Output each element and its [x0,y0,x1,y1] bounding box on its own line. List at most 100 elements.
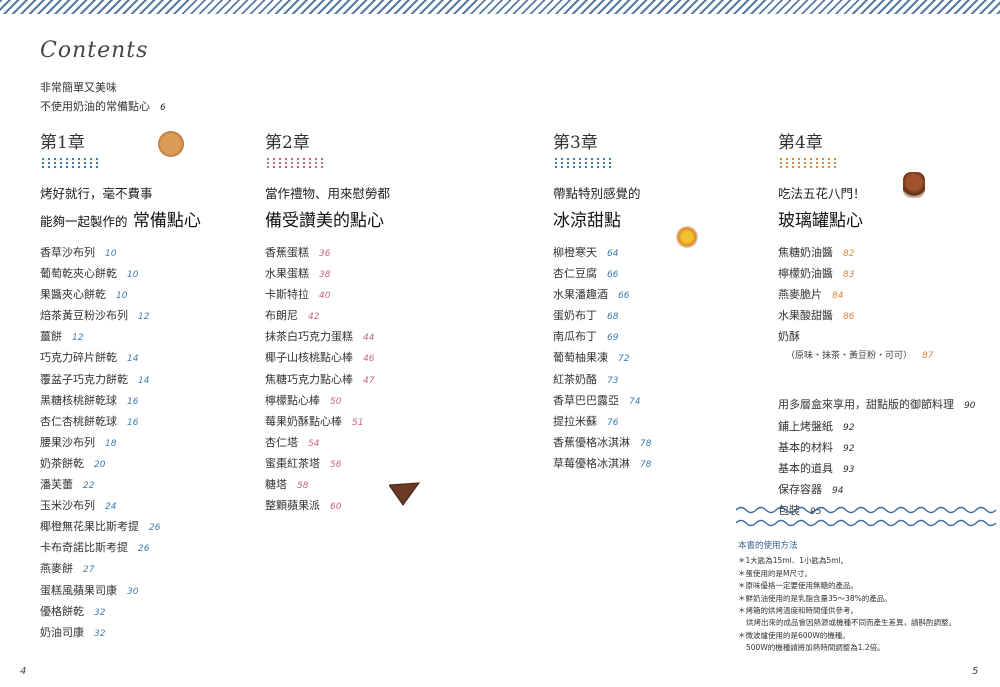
page-number: 47 [363,375,375,386]
section-name: 用多層盒來享用，甜點版的御節料理 [778,398,954,412]
page-number: 32 [94,628,106,639]
page-number: 36 [319,249,331,259]
list-item: 基本的道具 93 [778,459,975,480]
recipe-name: 香蕉優格冰淇淋 [553,435,630,449]
page-number: 40 [319,291,331,302]
recipe-name: 水果酸甜醬 [778,309,833,323]
page-number: 82 [843,249,855,259]
chapter-label: 第3章 [553,133,598,153]
recipe-list: 焦糖奶油醬 82 檸檬奶油醬 83 燕麥脆片 84 水果酸甜醬 86 奶酥 [778,243,975,347]
chapter-title: 備受讚美的點心 [265,211,384,231]
page-number-right: 5 [972,666,979,677]
usage-line: ＊鮮奶油使用的是乳脂含量35～38%的產品。 [738,593,892,603]
page-number: 66 [607,270,619,281]
usage-line: 烘烤出來的成品會因熱源或機種不同而產生差異，請斟酌調整。 [746,618,956,628]
recipe-list: 香蕉蛋糕 36 水果蛋糕 38 卡斯特拉 40 布朗尼 42 抹茶白巧克力蛋糕 44 椰子山核桃點心… [265,243,390,517]
list-item: 柳橙寒天 64 [553,243,651,264]
recipe-name: 杏仁豆腐 [553,267,597,281]
list-item: 香草沙布列 10 [40,243,201,264]
section-name: 基本的道具 [778,461,833,475]
recipe-list: 香草沙布列 10 葡萄乾夾心餅乾 10 果醬夾心餅乾 10 焙茶黃豆粉沙布列 12 薑餅 12 巧克… [40,243,201,644]
list-item: 香蕉蛋糕 36 [265,243,390,264]
page-number: 69 [607,333,619,344]
recipe-name: 檸檬奶油醬 [778,267,833,281]
page-number: 74 [629,396,641,407]
recipe-name: 奶油司康 [40,625,84,639]
chapter-title: 冰涼甜點 [553,211,621,231]
tart-slice-illustration [389,482,421,506]
dot-divider [778,157,840,169]
list-item: 整顆蘋果派 60 [265,496,390,517]
page-number: 78 [640,438,652,449]
list-item: 焦糖奶油醬 82 [778,243,975,264]
page-number: 94 [832,485,844,496]
list-item: 奶酥 [778,327,975,347]
recipe-name: 莓果奶酥點心棒 [265,414,342,428]
page-number: 50 [330,396,342,407]
chapter-subtitle: 當作禮物、用來慰勞都 [265,186,391,201]
page-number: 51 [352,417,364,428]
list-item: 巧克力碎片餅乾 14 [40,348,201,369]
usage-title: 本書的使用方法 [738,541,798,551]
page-number: 76 [607,417,619,428]
usage-lines: ＊1大匙為15ml、1小匙為5ml。 ＊蛋使用的是M尺寸。 ＊原味優格一定要使用無糖… [738,555,956,654]
chapter-label: 第2章 [265,133,310,153]
list-item: 覆盆子巧克力餅乾 14 [40,370,201,391]
chapter-title: 能夠一起製作的 常備點心 [40,211,201,231]
page-number: 84 [832,291,844,302]
usage-line: 500W的機種請將加熱時間調整為1.2倍。 [746,643,885,653]
list-item: 薑餅 12 [40,327,201,348]
page-number: 20 [94,459,106,470]
list-item: 優格餅乾 32 [40,602,201,623]
list-item: 椰子山核桃點心棒 46 [265,348,390,369]
usage-notes: 本書的使用方法 ＊1大匙為15ml、1小匙為5ml。 ＊蛋使用的是M尺寸。 ＊原味優… [738,540,956,655]
top-hatched-border [0,0,1000,14]
list-item: 檸檬點心棒 50 [265,391,390,412]
page-number: 10 [127,270,139,281]
list-item: 卡布奇諾比斯考提 26 [40,538,201,559]
list-item: 檸檬奶油醬 83 [778,264,975,285]
recipe-name: 香蕉蛋糕 [265,246,309,259]
list-item: 燕麥餅 27 [40,559,201,580]
intro: 非常簡單又美味 不使用奶油的常備點心 6 [40,78,166,118]
page-number: 64 [607,249,619,259]
recipe-name: 薑餅 [40,330,62,344]
page-number: 26 [149,523,161,534]
list-item: 鋪上烤盤紙 92 [778,417,975,438]
section-name: 鋪上烤盤紙 [778,419,833,433]
list-item: 蛋糕風蘋果司康 30 [40,581,201,602]
crumble-variants: （原味・抹茶・黃豆粉・可可） 87 [786,351,934,362]
recipe-name: 香草巴巴露亞 [553,393,619,407]
list-item: 蛋奶布丁 68 [553,306,651,327]
list-item: 香草巴巴露亞 74 [553,391,651,412]
list-item: 蜜棗紅茶塔 56 [265,454,390,475]
page-number: 87 [922,351,934,362]
usage-line: ＊原味優格一定要使用無糖的產品。 [738,581,858,591]
page-number: 12 [72,333,84,344]
recipe-name: 杏仁杏桃餅乾球 [40,414,117,428]
contents-title: Contents [40,38,149,63]
list-item: 腰果沙布列 18 [40,433,201,454]
page-number: 12 [138,312,150,323]
chapter-3: 第3章 帶點特別感覺的 冰涼甜點 柳橙寒天 64 杏仁豆腐 66 水果潘趣酒 66 蛋奶布丁… [553,128,651,475]
page-number: 56 [330,459,342,470]
page-number: 26 [138,544,150,555]
list-item: 椰橙無花果比斯考提 26 [40,517,201,538]
recipe-name: 腰果沙布列 [40,435,95,449]
list-item: 焙茶黃豆粉沙布列 12 [40,306,201,327]
page-number: 86 [843,312,855,323]
recipe-name: 椰子山核桃點心棒 [265,351,353,365]
recipe-name: 覆盆子巧克力餅乾 [40,372,128,386]
list-item: 杏仁塔 54 [265,433,390,454]
page-number: 32 [94,607,106,618]
recipe-name: 黑糖核桃餅乾球 [40,393,117,407]
page-number: 10 [116,291,128,302]
recipe-name: 南瓜布丁 [553,330,597,344]
page-number: 14 [127,354,139,365]
page-number: 72 [618,354,630,365]
recipe-name: 巧克力碎片餅乾 [40,351,117,365]
list-item: 布朗尼 42 [265,306,390,327]
page-number: 66 [618,291,630,302]
page-number: 73 [607,375,619,386]
recipe-name: 香草沙布列 [40,246,95,259]
